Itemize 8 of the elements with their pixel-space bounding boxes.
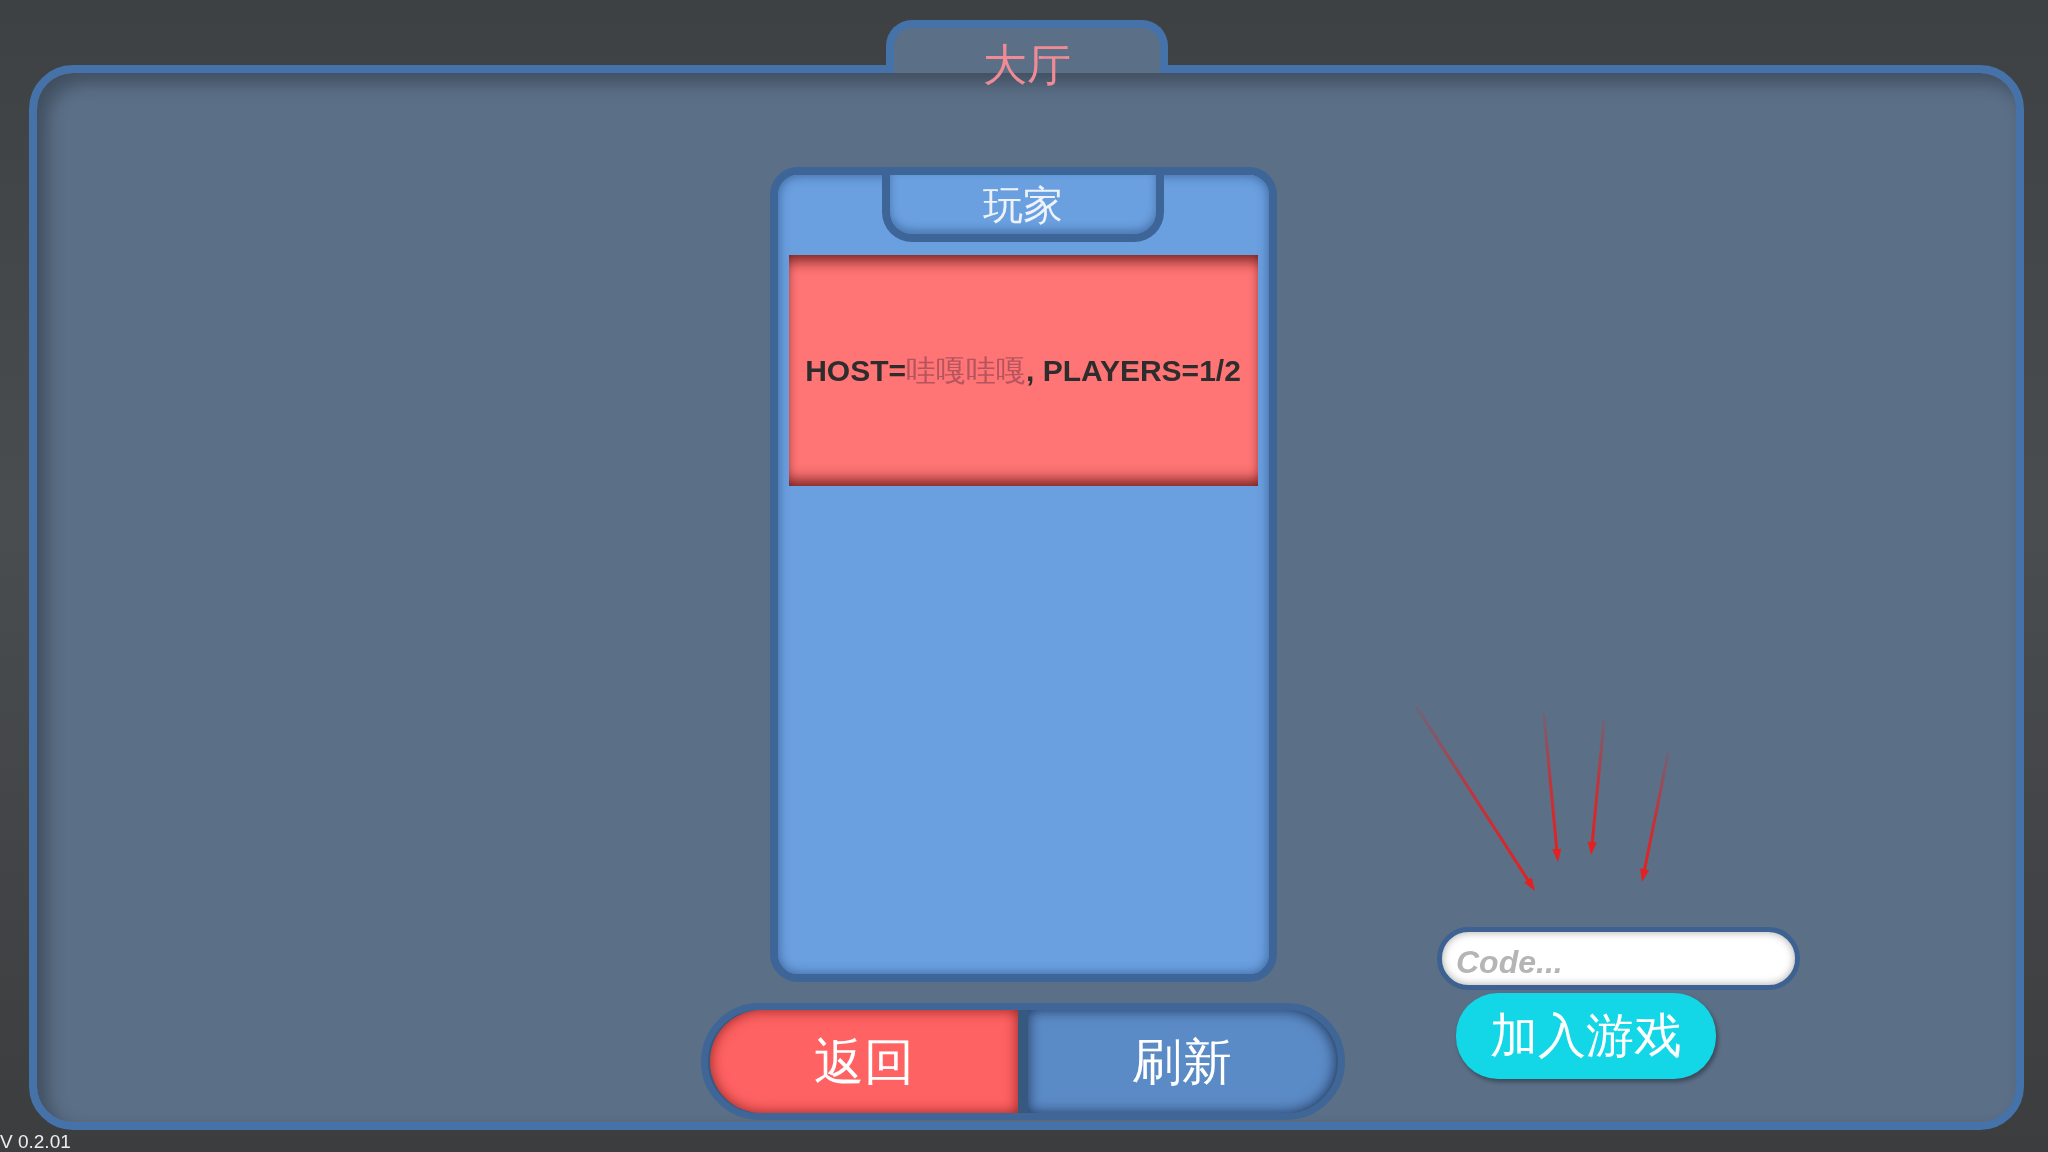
lobby-title: 大厅: [982, 43, 1071, 87]
player-list-header: 玩家: [882, 175, 1164, 242]
version-label: V 0.2.01: [0, 1132, 71, 1152]
refresh-button[interactable]: 刷新: [1028, 1010, 1336, 1113]
back-button[interactable]: 返回: [710, 1010, 1018, 1113]
code-input[interactable]: Code...: [1437, 927, 1800, 990]
join-game-button[interactable]: 加入游戏: [1456, 993, 1716, 1079]
room-entry[interactable]: HOST=哇嘎哇嘎, PLAYERS=1/2: [788, 255, 1258, 486]
